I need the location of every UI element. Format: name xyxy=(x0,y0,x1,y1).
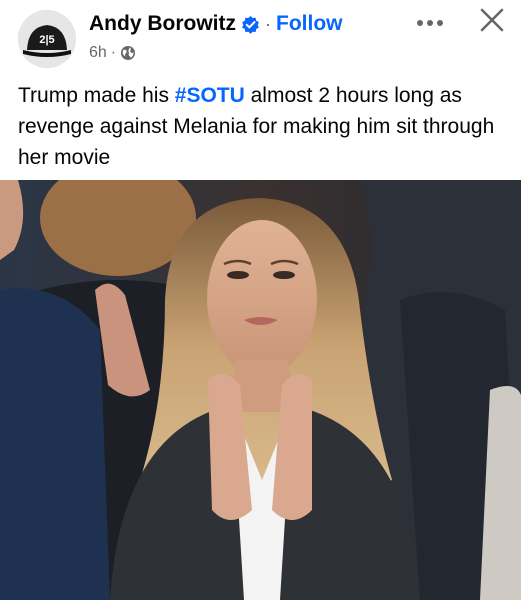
meta-separator: · xyxy=(110,44,117,61)
follow-button[interactable]: Follow xyxy=(276,12,343,36)
close-icon xyxy=(479,7,505,38)
more-options-button[interactable] xyxy=(410,8,450,38)
hashtag-link[interactable]: #SOTU xyxy=(175,84,245,107)
post-header: 2|5 Andy Borowitz · Follow 6h · xyxy=(0,0,521,74)
post-text-start: Trump made his xyxy=(18,84,175,107)
post-text: Trump made his #SOTU almost 2 hours long… xyxy=(18,80,508,173)
post-photo[interactable] xyxy=(0,180,521,600)
author-name[interactable]: Andy Borowitz xyxy=(89,12,236,36)
post-meta: 6h · xyxy=(89,42,136,64)
verified-badge-icon xyxy=(241,15,260,34)
separator-dot: · xyxy=(265,13,271,34)
photo-illustration xyxy=(0,180,521,600)
more-dots-icon xyxy=(416,14,444,32)
globe-icon[interactable] xyxy=(120,45,136,61)
author-row: Andy Borowitz · Follow xyxy=(89,10,343,38)
avatar[interactable]: 2|5 xyxy=(18,10,76,68)
post-time[interactable]: 6h xyxy=(89,44,107,62)
close-button[interactable] xyxy=(472,4,512,40)
avatar-hat-text: 2|5 xyxy=(39,34,54,46)
